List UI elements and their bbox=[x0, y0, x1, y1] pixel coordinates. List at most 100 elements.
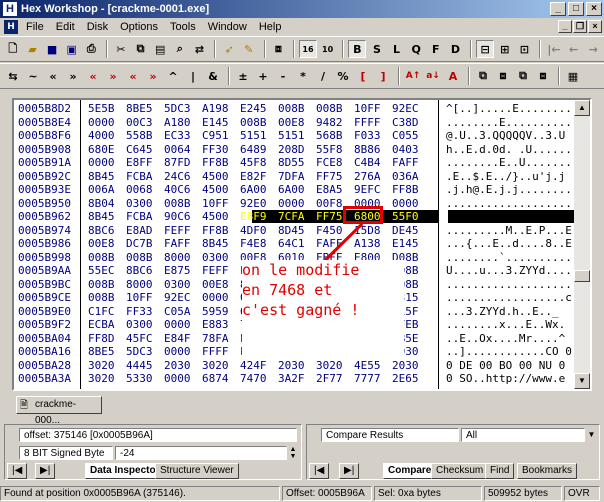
compare-results-label: Compare Results bbox=[321, 428, 459, 442]
invert-case-icon[interactable]: A bbox=[444, 67, 462, 85]
base-hex-button[interactable]: 16 bbox=[299, 40, 317, 58]
new-file-icon[interactable]: 🗋 bbox=[4, 40, 22, 58]
status-offset: Offset: 0005B96A bbox=[282, 486, 372, 501]
find-icon[interactable]: ⌕ bbox=[171, 40, 189, 58]
block-left-icon[interactable]: [ bbox=[354, 67, 372, 85]
negate-icon[interactable]: ± bbox=[234, 67, 252, 85]
copy-icon[interactable]: ⧉ bbox=[132, 40, 150, 58]
scroll-up-button[interactable]: ▲ bbox=[574, 100, 590, 116]
menu-disk[interactable]: Disk bbox=[81, 21, 114, 33]
format-short-button[interactable]: S bbox=[368, 40, 386, 58]
first-icon[interactable]: |← bbox=[545, 40, 563, 58]
value-field[interactable]: -24 bbox=[115, 446, 287, 460]
windows-icon[interactable]: ⧈ bbox=[270, 40, 288, 58]
nav-prev-icon[interactable]: |◀ bbox=[7, 463, 28, 479]
goto-icon[interactable]: ➶ bbox=[220, 40, 238, 58]
vertical-scrollbar[interactable]: ▲ ▼ bbox=[574, 100, 590, 389]
tab-find[interactable]: Find bbox=[485, 463, 515, 479]
scroll-down-button[interactable]: ▼ bbox=[574, 373, 590, 389]
chevron-down-icon[interactable]: ▼ bbox=[585, 428, 598, 442]
add-icon[interactable]: + bbox=[254, 67, 272, 85]
app-icon: H bbox=[3, 2, 17, 16]
block-shift-left-icon[interactable]: « bbox=[124, 67, 142, 85]
or-icon[interactable]: | bbox=[184, 67, 202, 85]
not-icon[interactable]: ~ bbox=[24, 67, 42, 85]
menu-help[interactable]: Help bbox=[253, 21, 288, 33]
menu-bar: H File Edit Disk Options Tools Window He… bbox=[0, 18, 604, 36]
cut-icon[interactable]: ✂ bbox=[112, 40, 130, 58]
nav-next-icon[interactable]: ▶| bbox=[35, 463, 56, 479]
compare-nav-next-icon[interactable]: ▶| bbox=[339, 463, 360, 479]
filter-dropdown[interactable]: All bbox=[461, 428, 585, 442]
annotation-note: on le modifie en 7468 et c'est gagné ! bbox=[242, 260, 404, 356]
lowercase-icon[interactable]: a↓ bbox=[424, 67, 442, 85]
menu-tools[interactable]: Tools bbox=[164, 21, 202, 33]
tab-compare[interactable]: Compare bbox=[383, 463, 437, 479]
print-icon[interactable]: ⎙ bbox=[83, 40, 101, 58]
view-panel3-icon[interactable]: ⊡ bbox=[516, 40, 534, 58]
uppercase-icon[interactable]: A↑ bbox=[404, 67, 422, 85]
compare-icon[interactable]: ⧉ bbox=[474, 67, 492, 85]
save-icon[interactable]: ■ bbox=[43, 40, 61, 58]
compare-nav-prev-icon[interactable]: |◀ bbox=[309, 463, 330, 479]
minimize-button[interactable]: _ bbox=[550, 2, 566, 16]
view-panel-icon[interactable]: ⊟ bbox=[476, 40, 494, 58]
block-shift-right-icon[interactable]: » bbox=[144, 67, 162, 85]
divide-icon[interactable]: / bbox=[314, 67, 332, 85]
maximize-button[interactable]: □ bbox=[568, 2, 584, 16]
and-icon[interactable]: & bbox=[204, 67, 222, 85]
format-byte-button[interactable]: B bbox=[348, 40, 367, 58]
settings-icon[interactable]: ▦ bbox=[564, 67, 582, 85]
rotate-left-icon[interactable]: « bbox=[84, 67, 102, 85]
view-panel2-icon[interactable]: ⊞ bbox=[496, 40, 514, 58]
shift-left-icon[interactable]: « bbox=[44, 67, 62, 85]
value-stepper[interactable]: ▲ ▼ bbox=[287, 446, 299, 460]
save-all-icon[interactable]: ▣ bbox=[63, 40, 81, 58]
forward-icon[interactable]: → bbox=[584, 40, 602, 58]
scroll-thumb[interactable] bbox=[574, 270, 590, 282]
subtract-icon[interactable]: - bbox=[274, 67, 292, 85]
multiply-icon[interactable]: * bbox=[294, 67, 312, 85]
offset-display: offset: 375146 [0x0005B96A] bbox=[19, 428, 297, 442]
document-icon[interactable]: H bbox=[4, 20, 18, 34]
hex-editor[interactable]: 0005B8D2 5E5B 8BE5 5DC3 A198 E245 008B 008B 10FF… bbox=[12, 98, 592, 391]
tab-data-inspector[interactable]: Data Inspector bbox=[85, 463, 165, 479]
xor-icon[interactable]: ^ bbox=[164, 67, 182, 85]
compare4-icon[interactable]: ⧈ bbox=[534, 67, 552, 85]
tab-structure-viewer[interactable]: Structure Viewer bbox=[155, 463, 239, 479]
bookmark-icon[interactable]: ✎ bbox=[240, 40, 258, 58]
open-folder-icon[interactable]: ▰ bbox=[24, 40, 42, 58]
tab-bookmarks[interactable]: Bookmarks bbox=[517, 463, 578, 479]
format-long-button[interactable]: L bbox=[388, 40, 406, 58]
format-double-button[interactable]: D bbox=[447, 40, 465, 58]
window-title: Hex Workshop - [crackme-0001.exe] bbox=[21, 3, 210, 15]
base-dec-button[interactable]: 10 bbox=[319, 40, 337, 58]
replace-icon[interactable]: ⇄ bbox=[191, 40, 209, 58]
format-float-button[interactable]: F bbox=[427, 40, 445, 58]
swap-icon[interactable]: ⇆ bbox=[4, 67, 22, 85]
document-tab-label: crackme-000... bbox=[35, 399, 77, 426]
modulo-icon[interactable]: % bbox=[334, 67, 352, 85]
mdi-close-button[interactable]: × bbox=[588, 20, 602, 33]
shift-right-icon[interactable]: » bbox=[64, 67, 82, 85]
menu-options[interactable]: Options bbox=[114, 21, 164, 33]
menu-edit[interactable]: Edit bbox=[50, 21, 81, 33]
tab-checksum[interactable]: Checksum bbox=[431, 463, 489, 479]
menu-window[interactable]: Window bbox=[202, 21, 253, 33]
document-tab[interactable]: 🗎 crackme-000... bbox=[16, 396, 102, 426]
mdi-window-buttons: _ ❐ × bbox=[558, 20, 602, 33]
mdi-minimize-button[interactable]: _ bbox=[558, 20, 572, 33]
block-right-icon[interactable]: ] bbox=[374, 67, 392, 85]
mdi-restore-button[interactable]: ❐ bbox=[573, 20, 587, 33]
title-bar: H Hex Workshop - [crackme-0001.exe] _ □ … bbox=[0, 0, 604, 18]
close-button[interactable]: × bbox=[586, 2, 602, 16]
format-quad-button[interactable]: Q bbox=[407, 40, 425, 58]
rotate-right-icon[interactable]: » bbox=[104, 67, 122, 85]
compare2-icon[interactable]: ⧈ bbox=[494, 67, 512, 85]
compare3-icon[interactable]: ⧉ bbox=[514, 67, 532, 85]
back-icon[interactable]: ← bbox=[565, 40, 583, 58]
paste-icon[interactable]: ▤ bbox=[151, 40, 169, 58]
annotation-line-1: on le modifie bbox=[242, 261, 360, 279]
status-found: Found at position 0x0005B96A (375146). bbox=[0, 486, 280, 501]
menu-file[interactable]: File bbox=[20, 21, 50, 33]
